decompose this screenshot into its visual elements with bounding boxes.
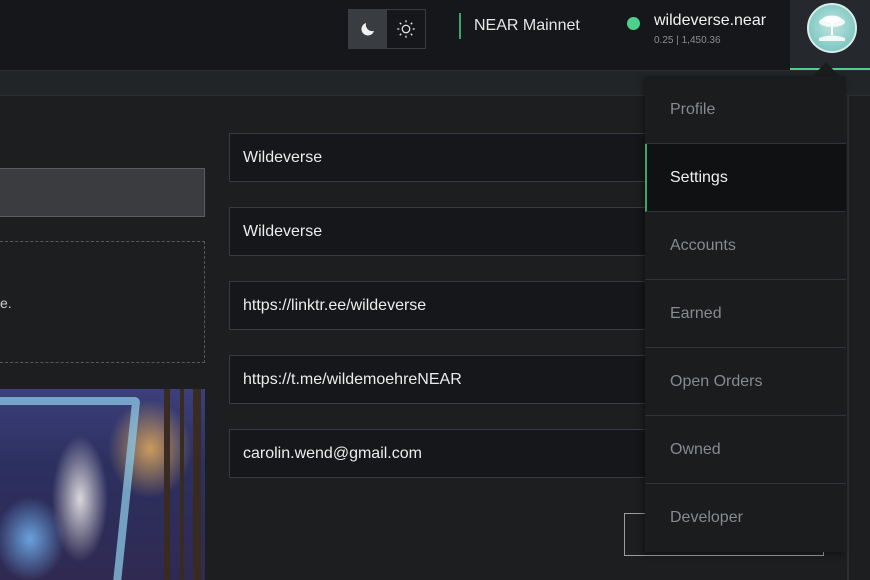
light-mode-button[interactable] (387, 10, 425, 48)
menu-item-owned[interactable]: Owned (645, 416, 846, 484)
profile-image (0, 389, 205, 580)
top-header (0, 0, 870, 70)
menu-item-developer[interactable]: Developer (645, 484, 846, 552)
dark-mode-button[interactable] (349, 10, 387, 48)
network-label[interactable]: NEAR Mainnet (459, 13, 580, 39)
account-status-dot (627, 17, 640, 30)
account-balance: 0.25 | 1,450.36 (654, 35, 721, 46)
menu-caret (813, 62, 839, 76)
photo-tree-trunk (180, 389, 184, 580)
menu-item-open-orders[interactable]: Open Orders (645, 348, 846, 416)
photo-tree-trunk (164, 389, 170, 580)
title-input[interactable]: Wildeverse (229, 207, 649, 256)
telegram-input[interactable]: https://t.me/wildemoehreNEAR (229, 355, 649, 404)
account-dropdown-menu: Profile Settings Accounts Earned Open Or… (645, 76, 846, 552)
website-input[interactable]: https://linktr.ee/wildeverse (229, 281, 649, 330)
menu-item-settings[interactable]: Settings (645, 144, 846, 212)
scrollbar-track (847, 96, 849, 580)
avatar-menu-button[interactable] (790, 0, 870, 70)
dropzone-text: e. (0, 295, 12, 311)
image-dropzone[interactable]: e. (0, 241, 205, 363)
moon-icon (361, 23, 374, 36)
avatar[interactable] (807, 3, 857, 53)
left-input-field[interactable] (0, 168, 205, 217)
menu-item-profile[interactable]: Profile (645, 76, 846, 144)
menu-item-earned[interactable]: Earned (645, 280, 846, 348)
email-input[interactable]: carolin.wend@gmail.com (229, 429, 649, 478)
menu-item-accounts[interactable]: Accounts (645, 212, 846, 280)
avatar-tree-logo-icon (819, 15, 845, 41)
name-input[interactable]: Wildeverse (229, 133, 649, 182)
account-name[interactable]: wildeverse.near (654, 12, 766, 30)
photo-tree-trunk (193, 389, 201, 580)
theme-toggle[interactable] (348, 9, 426, 49)
photo-light-frame (0, 397, 141, 580)
sun-icon (397, 20, 415, 38)
